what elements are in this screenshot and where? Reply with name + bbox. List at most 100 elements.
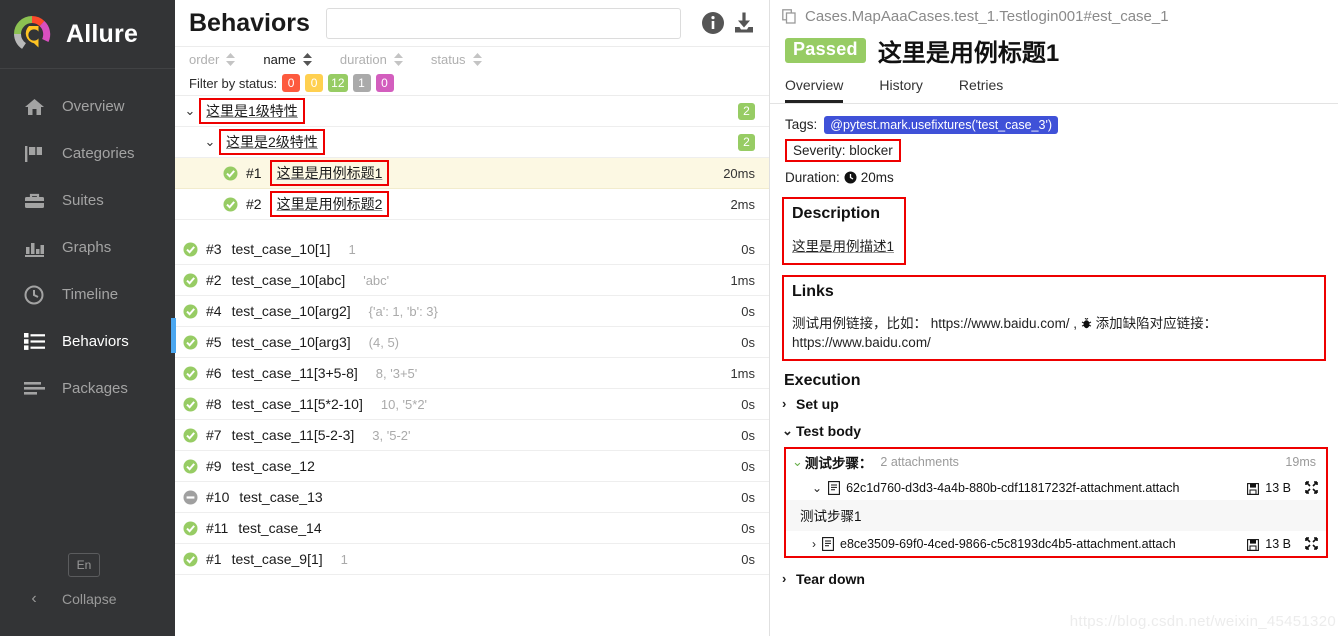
table-row[interactable]: #1 test_case_9[1] 1 0s — [175, 544, 769, 575]
filter-badge-failed[interactable]: 0 — [282, 74, 301, 92]
sort-column-duration[interactable]: duration — [340, 52, 403, 67]
description-section: Description 这里是用例描述1 — [782, 197, 907, 265]
sort-label: order — [189, 51, 220, 67]
table-row[interactable]: #9 test_case_12 0s — [175, 451, 769, 482]
chevron-down-icon: ⌄ — [792, 454, 803, 469]
sidebar-item-label: Timeline — [62, 286, 119, 303]
status-badge: Passed — [785, 37, 866, 63]
sidebar-item-timeline[interactable]: Timeline — [0, 271, 175, 318]
description-body: 这里是用例描述1 — [792, 239, 895, 254]
download-icon[interactable] — [731, 10, 757, 36]
sort-column-status[interactable]: status — [431, 52, 482, 67]
step-title: 测试步骤： — [804, 456, 873, 471]
attachment-content: 测试步骤1 — [786, 500, 1326, 531]
sidebar-item-packages[interactable]: Packages — [0, 365, 175, 412]
info-icon[interactable] — [700, 10, 726, 36]
teardown-section-toggle[interactable]: › Tear down — [770, 565, 1338, 592]
briefcase-icon — [22, 191, 46, 211]
tab-retries[interactable]: Retries — [959, 77, 1003, 103]
attachment-size: 13 B — [1265, 480, 1291, 495]
layers-icon — [22, 379, 46, 399]
tab-history[interactable]: History — [879, 77, 923, 103]
table-row[interactable]: #7 test_case_11[5-2-3] 3, '5-2' 0s — [175, 420, 769, 451]
table-row[interactable]: #2 test_case_10[abc] 'abc' 1ms — [175, 265, 769, 296]
page-title: Behaviors — [189, 8, 310, 37]
sidebar-item-overview[interactable]: Overview — [0, 83, 175, 130]
fullscreen-icon[interactable] — [1305, 537, 1318, 550]
file-icon — [828, 480, 841, 495]
case-name: test_case_11[5-2-3] — [231, 427, 355, 443]
filter-badge-unknown[interactable]: 0 — [375, 74, 394, 92]
search-input[interactable] — [325, 7, 681, 39]
status-passed-icon — [223, 166, 238, 181]
sidebar-item-categories[interactable]: Categories — [0, 130, 175, 177]
filter-badge-passed[interactable]: 12 — [328, 74, 348, 92]
table-row[interactable]: #1 这里是用例标题1 20ms — [175, 158, 769, 189]
case-duration: 1ms — [730, 365, 755, 381]
sort-column-name[interactable]: name — [263, 52, 312, 67]
case-order: #1 — [206, 551, 222, 567]
case-duration: 0s — [741, 427, 755, 443]
sidebar-item-label: Behaviors — [62, 333, 129, 350]
sort-column-order[interactable]: order — [189, 51, 236, 67]
case-name: test_case_14 — [238, 520, 322, 536]
case-duration: 0s — [741, 520, 755, 536]
fullscreen-icon[interactable] — [1305, 481, 1318, 494]
case-duration: 0s — [741, 396, 755, 412]
collapse-sidebar-button[interactable]: ‹ Collapse — [0, 590, 175, 608]
case-order: #9 — [206, 458, 222, 474]
case-name: test_case_11[3+5-8] — [231, 365, 358, 381]
tree-group-level2[interactable]: ⌄ 这里是2级特性 2 — [175, 127, 769, 158]
case-duration: 20ms — [723, 165, 755, 181]
copy-icon[interactable] — [782, 8, 797, 24]
floppy-icon[interactable] — [1247, 482, 1260, 495]
table-row[interactable]: #11 test_case_14 0s — [175, 513, 769, 544]
sidebar-item-suites[interactable]: Suites — [0, 177, 175, 224]
tree-group-level1[interactable]: ⌄ 这里是1级特性 2 — [175, 96, 769, 127]
case-order: #7 — [206, 427, 222, 443]
detail-tabs: Overview History Retries — [770, 68, 1338, 104]
execution-heading: Execution — [784, 372, 861, 389]
setup-section-toggle[interactable]: › Set up — [770, 390, 1338, 417]
status-passed-icon — [183, 397, 198, 412]
case-order: #4 — [206, 303, 222, 319]
language-button[interactable]: En — [68, 553, 100, 577]
filter-badge-broken[interactable]: 0 — [305, 74, 324, 92]
attachment-row[interactable]: › e8ce3509-69f0-4ced-9866-c5c8193dc4b5-a… — [786, 531, 1326, 556]
sort-bar: order name duration status — [175, 46, 769, 71]
case-duration: 0s — [741, 551, 755, 567]
status-passed-icon — [183, 428, 198, 443]
table-row[interactable]: #4 test_case_10[arg2] {'a': 1, 'b': 3} 0s — [175, 296, 769, 327]
table-row[interactable]: #8 test_case_11[5*2-10] 10, '5*2' 0s — [175, 389, 769, 420]
table-row[interactable]: #3 test_case_10[1] 1 0s — [175, 234, 769, 265]
table-row[interactable]: #6 test_case_11[3+5-8] 8, '3+5' 1ms — [175, 358, 769, 389]
behaviors-header: Behaviors — [175, 0, 769, 46]
floppy-icon[interactable] — [1247, 538, 1260, 551]
tab-overview[interactable]: Overview — [785, 77, 844, 103]
tree-group-label: 这里是1级特性 — [206, 103, 298, 119]
breadcrumb[interactable]: Cases.MapAaaCases.test_1.Testlogin001#es… — [770, 0, 1338, 32]
allure-logo-icon — [12, 14, 52, 54]
step-header[interactable]: ⌄ 测试步骤： 2 attachments 19ms — [786, 449, 1326, 475]
table-row[interactable]: #5 test_case_10[arg3] (4, 5) 0s — [175, 327, 769, 358]
tag-chip[interactable]: @pytest.mark.usefixtures('test_case_3') — [824, 115, 1058, 134]
testbody-label: Test body — [796, 422, 862, 439]
links-body-pre: 测试用例链接，比如： https://www.baidu.com/ , — [792, 316, 1078, 331]
testbody-section-toggle[interactable]: ⌄ Test body — [770, 417, 1338, 444]
case-params: 3, '5-2' — [372, 427, 411, 443]
attachment-row[interactable]: ⌄ 62c1d760-d3d3-4a4b-880b-cdf11817232f-a… — [786, 475, 1326, 500]
sidebar-item-behaviors[interactable]: Behaviors — [0, 318, 175, 365]
attachment-name: 62c1d760-d3d3-4a4b-880b-cdf11817232f-att… — [846, 480, 1180, 495]
case-params: 1 — [348, 241, 356, 257]
status-passed-icon — [183, 366, 198, 381]
sidebar-item-label: Graphs — [62, 239, 112, 256]
description-heading: Description — [792, 205, 881, 222]
table-row[interactable]: #2 这里是用例标题2 2ms — [175, 189, 769, 220]
sidebar-item-graphs[interactable]: Graphs — [0, 224, 175, 271]
tree-group-count: 2 — [738, 133, 755, 151]
table-row[interactable]: #10 test_case_13 0s — [175, 482, 769, 513]
watermark: https://blog.csdn.net/weixin_45451320 — [1069, 613, 1336, 630]
filter-badge-skipped[interactable]: 1 — [352, 74, 371, 92]
case-name: test_case_9[1] — [231, 551, 323, 567]
tree-group-label: 这里是2级特性 — [226, 134, 318, 150]
